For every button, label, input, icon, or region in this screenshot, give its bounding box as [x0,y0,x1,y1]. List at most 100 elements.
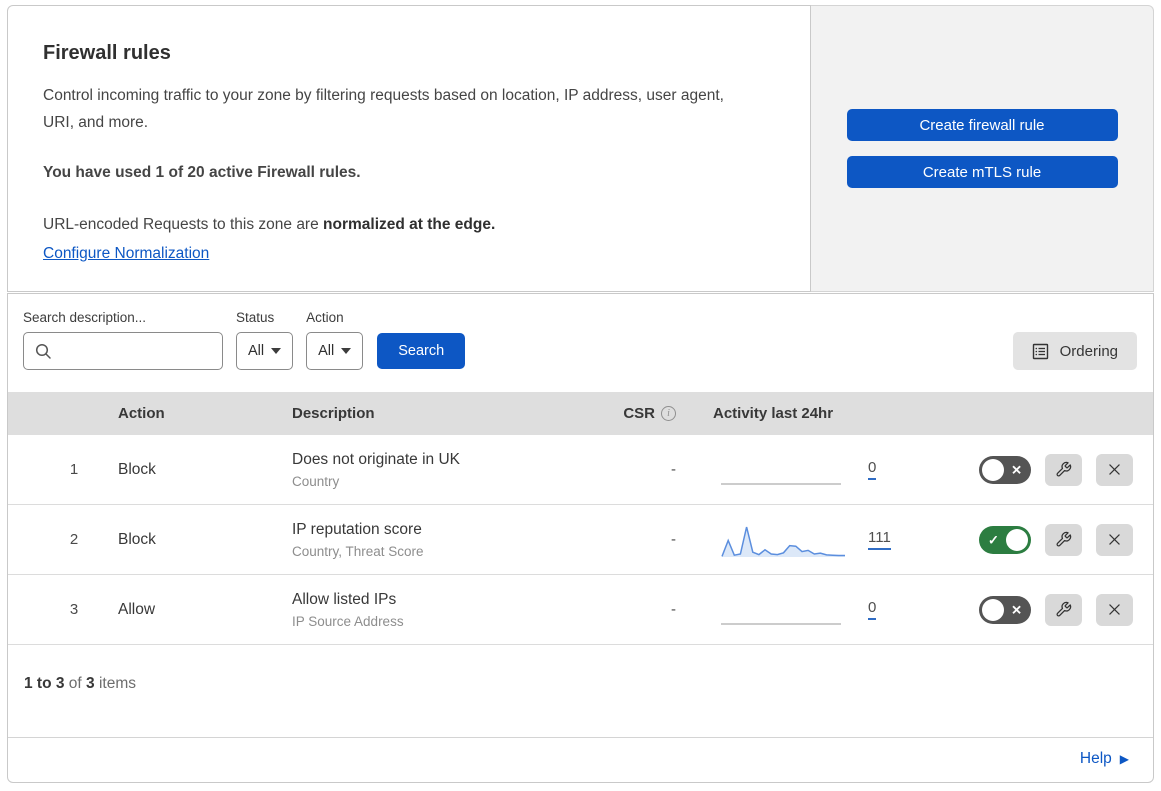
table-header: Action Description CSR i Activity last 24… [8,392,1153,435]
rule-activity-cell: 0 [688,451,953,489]
header-csr: CSR i [583,405,688,422]
activity-count-link[interactable]: 0 [868,459,877,480]
firewall-rules-page: Firewall rules Control incoming traffic … [7,5,1154,783]
pagination-of: of [68,675,82,692]
rule-action: Block [118,530,156,548]
rule-enabled-toggle[interactable]: ✓ ✕ [979,525,1031,554]
edit-rule-button[interactable] [1045,453,1082,486]
chevron-down-icon [271,348,282,354]
status-field-group: Status All [236,310,294,370]
intro-card: Firewall rules Control incoming traffic … [7,5,811,292]
search-label: Search description... [23,310,147,325]
delete-rule-button[interactable] [1096,453,1133,486]
pagination-range: 1 to 3 [24,675,65,692]
create-mtls-rule-button[interactable]: Create mTLS rule [846,156,1118,188]
search-icon [34,342,52,360]
table-row: 3 Allow Allow listed IPs IP Source Addre… [8,575,1153,645]
wrench-icon [1055,601,1072,618]
search-button[interactable]: Search [377,333,466,369]
rule-description: IP reputation score [292,520,422,538]
header-action: Action [118,405,165,422]
status-selected-value: All [248,343,265,359]
rule-controls: ✓ ✕ [953,523,1153,556]
ordering-list-icon [1032,343,1049,360]
configure-normalization-link[interactable]: Configure Normalization [43,245,209,262]
rule-action: Block [118,460,156,478]
ordering-button[interactable]: Ordering [1012,332,1137,370]
x-icon: ✕ [1011,462,1022,477]
wrench-icon [1055,531,1072,548]
pagination-summary: 1 to 3 of 3 items [8,645,1153,737]
rule-controls: ✓ ✕ [953,453,1153,486]
rule-fields: Country [292,473,340,489]
table-row: 2 Block IP reputation score Country, Thr… [8,505,1153,575]
search-input[interactable] [23,332,223,370]
page-description: Control incoming traffic to your zone by… [43,87,724,131]
help-label: Help [1079,750,1112,767]
rule-description-cell: IP reputation score Country, Threat Scor… [283,521,583,559]
activity-count-link[interactable]: 111 [868,529,891,550]
zero-activity-line [721,622,841,625]
close-icon [1106,531,1123,548]
create-firewall-rule-button[interactable]: Create firewall rule [846,109,1118,141]
usage-summary: You have used 1 of 20 active Firewall ru… [43,164,361,181]
pagination-items-word: items [98,675,137,692]
rule-number: 2 [69,531,79,548]
info-icon[interactable]: i [661,406,676,421]
activity-sparkline [721,521,846,559]
delete-rule-button[interactable] [1096,523,1133,556]
rule-csr: - [671,461,676,478]
rule-number: 1 [69,461,79,478]
rule-fields: IP Source Address [292,613,404,629]
close-icon [1106,461,1123,478]
action-select[interactable]: All [306,332,364,370]
status-label: Status [236,310,275,325]
rule-action: Allow [118,600,156,618]
search-field-group: Search description... [23,310,223,370]
close-icon [1106,601,1123,618]
check-icon: ✓ [988,532,999,547]
arrow-right-icon: ▶ [1119,752,1129,766]
actions-panel: Create firewall rule Create mTLS rule [811,5,1154,292]
toggle-knob [982,598,1004,621]
rule-description-cell: Allow listed IPs IP Source Address [283,591,583,629]
rule-activity-cell: 111 [688,521,953,559]
wrench-icon [1055,461,1072,478]
action-field-group: Action All [306,310,364,370]
rule-activity-cell: 0 [688,591,953,629]
rule-csr: - [671,531,676,548]
delete-rule-button[interactable] [1096,593,1133,626]
action-selected-value: All [318,343,335,359]
normalization-bold: normalized at the edge. [323,216,496,233]
toggle-knob [982,458,1004,481]
toggle-knob [1006,528,1028,551]
rule-description: Allow listed IPs [292,590,397,608]
csr-label: CSR [623,405,655,422]
rule-description-cell: Does not originate in UK Country [283,451,583,489]
rule-enabled-toggle[interactable]: ✓ ✕ [979,455,1031,484]
rules-list-card: Search description... Status All Action … [7,293,1154,783]
x-icon: ✕ [1011,602,1022,617]
normalization-text: URL-encoded Requests to this zone are no… [43,211,768,238]
rule-fields: Country, Threat Score [292,543,424,559]
edit-rule-button[interactable] [1045,523,1082,556]
rule-controls: ✓ ✕ [953,593,1153,626]
rule-number: 3 [69,601,79,618]
filter-bar: Search description... Status All Action … [8,294,1153,392]
top-section: Firewall rules Control incoming traffic … [7,5,1154,292]
table-row: 1 Block Does not originate in UK Country… [8,435,1153,505]
pagination-total: 3 [86,675,95,692]
normalization-prefix: URL-encoded Requests to this zone are [43,216,319,233]
status-select[interactable]: All [236,332,294,370]
edit-rule-button[interactable] [1045,593,1082,626]
header-description: Description [292,405,375,422]
rule-enabled-toggle[interactable]: ✓ ✕ [979,595,1031,624]
help-link[interactable]: Help ▶ [1080,750,1129,768]
activity-count-link[interactable]: 0 [868,599,877,620]
header-activity: Activity last 24hr [713,405,834,422]
ordering-button-label: Ordering [1059,342,1118,360]
zero-activity-line [721,482,841,485]
chevron-down-icon [341,348,352,354]
rule-description: Does not originate in UK [292,450,461,468]
help-row: Help ▶ [8,737,1153,782]
